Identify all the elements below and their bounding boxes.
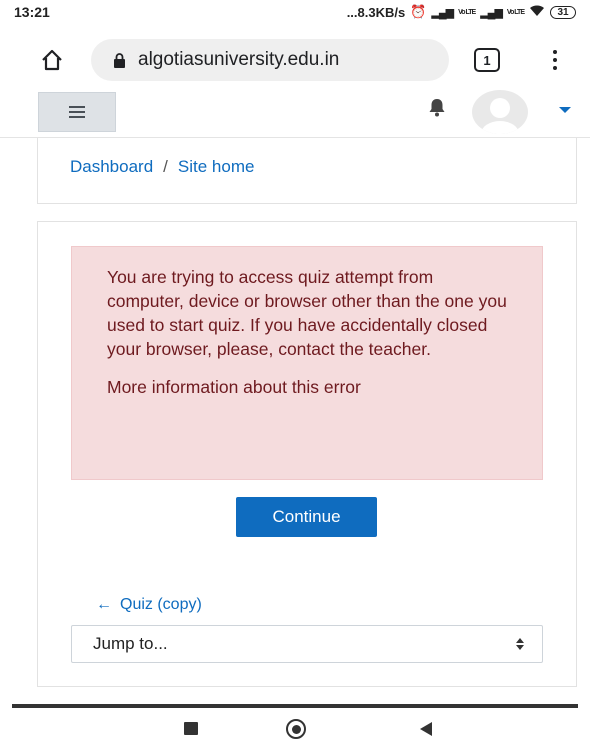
wifi-icon [529, 4, 545, 20]
previous-activity-link[interactable]: ← Quiz (copy) [96, 596, 202, 614]
system-nav-bar [0, 708, 590, 744]
tab-count: 1 [483, 52, 491, 68]
jump-to-value: Jump to... [93, 634, 168, 653]
back-icon[interactable] [420, 722, 432, 736]
continue-button[interactable]: Continue [236, 497, 377, 537]
status-bar: 13:21 ...8.3KB/s ⏰ ▂▄▆ Vo LTE ▂▄▆ Vo LTE… [0, 0, 590, 24]
avatar[interactable] [472, 90, 528, 134]
url-text: algotiasuniversity.edu.in [138, 49, 340, 70]
notifications-button[interactable] [428, 98, 446, 118]
volte-label-2: Vo LTE [506, 8, 525, 16]
site-navbar [0, 86, 590, 138]
caret-down-icon[interactable] [559, 107, 571, 113]
status-time: 13:21 [14, 4, 50, 20]
lock-icon [114, 53, 125, 68]
select-arrows-icon [516, 638, 524, 650]
signal-icon-2: ▂▄▆ [480, 6, 503, 19]
system-home-icon[interactable] [286, 719, 306, 739]
browser-toolbar: algotiasuniversity.edu.in 1 [0, 32, 590, 88]
alarm-clock-icon: ⏰ [410, 4, 427, 19]
signal-icon-1: ▂▄▆ [431, 6, 454, 19]
recent-apps-icon[interactable] [184, 722, 198, 735]
home-icon [42, 49, 62, 71]
more-info-link[interactable]: More information about this error [107, 375, 508, 399]
address-bar[interactable]: algotiasuniversity.edu.in [91, 39, 449, 81]
overflow-menu-button[interactable] [545, 42, 565, 78]
bell-icon [429, 99, 445, 117]
breadcrumb: Dashboard / Site home [70, 157, 254, 177]
jump-to-select[interactable]: Jump to... [71, 625, 543, 663]
main-content: You are trying to access quiz attempt fr… [37, 221, 577, 687]
volte-label-1: Vo LTE [458, 8, 476, 16]
error-alert: You are trying to access quiz attempt fr… [71, 246, 543, 480]
breadcrumb-container: Dashboard / Site home [37, 138, 577, 204]
breadcrumb-dashboard[interactable]: Dashboard [70, 157, 153, 177]
nav-drawer-toggle[interactable] [38, 92, 116, 132]
overflow-menu-icon [553, 50, 557, 54]
status-indicators: ...8.3KB/s ⏰ ▂▄▆ Vo LTE ▂▄▆ Vo LTE 31 [347, 4, 576, 20]
previous-activity-label: Quiz (copy) [120, 596, 202, 613]
network-speed: ...8.3KB/s [346, 4, 406, 20]
error-message: You are trying to access quiz attempt fr… [107, 267, 507, 359]
breadcrumb-separator: / [163, 157, 168, 176]
breadcrumb-site-home[interactable]: Site home [178, 157, 255, 177]
left-arrow-icon: ← [96, 596, 112, 613]
hamburger-icon [69, 106, 85, 108]
tab-switcher-button[interactable]: 1 [474, 48, 500, 72]
home-button[interactable] [34, 42, 70, 78]
battery-icon: 31 [550, 5, 576, 19]
